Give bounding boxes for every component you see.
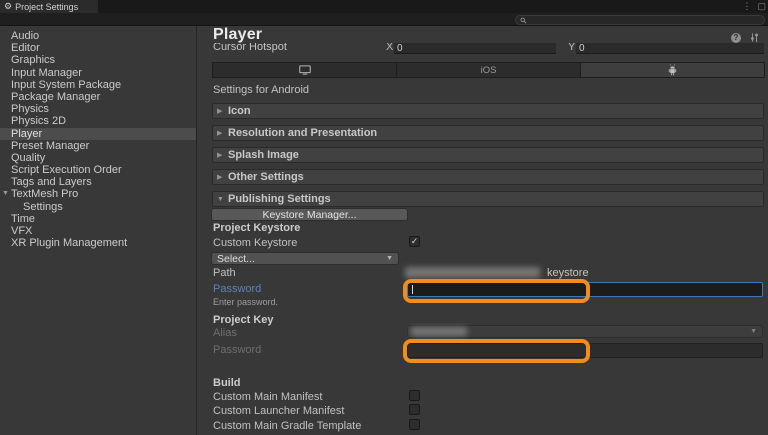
maximize-icon[interactable]: ▢	[757, 1, 766, 12]
key-password-input[interactable]	[407, 343, 763, 358]
custom-main-gradle-template-label: Custom Main Gradle Template	[213, 420, 362, 432]
ios-tab-label: iOS	[480, 64, 497, 76]
enter-password-helper: Enter password.	[213, 297, 279, 307]
more-menu-icon[interactable]: ⋮	[742, 1, 751, 12]
tab-ios[interactable]: iOS	[397, 63, 581, 77]
sidebar-item-xr-plugin-management[interactable]: XR Plugin Management	[0, 237, 196, 249]
section-label: Publishing Settings	[228, 193, 331, 205]
y-axis-label: Y	[568, 43, 576, 53]
gear-icon: ⚙	[4, 1, 13, 11]
monitor-icon	[298, 65, 311, 75]
custom-main-manifest-checkbox[interactable]	[409, 390, 420, 401]
section-label: Splash Image	[228, 149, 299, 161]
foldout-collapsed-icon: ▶	[217, 174, 223, 181]
keystore-password-input[interactable]	[407, 282, 763, 297]
foldout-expanded-icon[interactable]: ▼	[2, 188, 9, 200]
alias-label: Alias	[213, 327, 237, 339]
cursor-hotspot-x-field[interactable]: 0	[394, 43, 556, 54]
foldout-collapsed-icon: ▶	[217, 130, 223, 137]
sidebar-item-physics[interactable]: Physics	[0, 103, 196, 115]
search-input[interactable]	[526, 15, 760, 25]
section-icon[interactable]: ▶ Icon	[212, 103, 764, 119]
window-tab-bar: ⚙ Project Settings ⋮ ▢	[0, 0, 768, 13]
help-icon[interactable]: ?	[731, 32, 741, 43]
sidebar-item-input-system-package[interactable]: Input System Package	[0, 79, 196, 91]
tab-android[interactable]	[581, 63, 764, 77]
sidebar-item-graphics[interactable]: Graphics	[0, 54, 196, 66]
section-publishing-settings[interactable]: ▼ Publishing Settings	[212, 191, 764, 207]
sidebar-item-audio[interactable]: Audio	[0, 30, 196, 42]
sidebar-item-textmesh-pro[interactable]: ▼ TextMesh Pro	[0, 188, 196, 200]
sidebar-item-tags-and-layers[interactable]: Tags and Layers	[0, 176, 196, 188]
page-title: Player	[213, 26, 263, 43]
sidebar-item-textmeshpro-settings[interactable]: Settings	[0, 201, 196, 213]
foldout-expanded-icon: ▼	[217, 195, 224, 203]
search-icon	[520, 17, 527, 24]
cursor-hotspot-y-field[interactable]: 0	[576, 43, 764, 54]
custom-keystore-label: Custom Keystore	[213, 237, 298, 249]
inspector-header: Player ?	[197, 26, 768, 43]
text-caret	[412, 285, 413, 294]
sidebar-item-physics-2d[interactable]: Physics 2D	[0, 115, 196, 127]
sidebar-item-package-manager[interactable]: Package Manager	[0, 91, 196, 103]
foldout-collapsed-icon: ▶	[217, 108, 223, 115]
check-icon: ✓	[410, 236, 419, 246]
sidebar-item-input-manager[interactable]: Input Manager	[0, 67, 196, 79]
custom-keystore-checkbox[interactable]: ✓	[409, 236, 420, 247]
tab-standalone[interactable]	[213, 63, 397, 77]
sidebar-item-script-execution-order[interactable]: Script Execution Order	[0, 164, 196, 176]
cursor-hotspot-row: Cursor Hotspot X 0 Y 0	[197, 43, 768, 54]
custom-launcher-manifest-label: Custom Launcher Manifest	[213, 405, 345, 417]
sidebar-item-editor[interactable]: Editor	[0, 42, 196, 54]
chevron-down-icon: ▼	[750, 328, 757, 335]
custom-main-gradle-template-checkbox[interactable]	[409, 419, 420, 430]
keystore-manager-button[interactable]: Keystore Manager...	[211, 208, 408, 221]
keystore-password-label: Password	[213, 283, 262, 295]
android-icon	[668, 64, 677, 76]
tab-title: Project Settings	[15, 1, 79, 12]
key-password-label: Password	[213, 344, 262, 356]
alias-redacted-value	[411, 327, 467, 336]
unity-project-settings-window: ⚙ Project Settings ⋮ ▢ Audio Editor Grap…	[0, 0, 768, 435]
sidebar-item-vfx[interactable]: VFX	[0, 225, 196, 237]
alias-dropdown[interactable]: ▼	[407, 325, 763, 338]
presets-icon[interactable]	[749, 32, 760, 43]
settings-for-android-label: Settings for Android	[213, 84, 310, 96]
settings-category-list: Audio Editor Graphics Input Manager Inpu…	[0, 26, 197, 435]
section-resolution-and-presentation[interactable]: ▶ Resolution and Presentation	[212, 125, 764, 141]
section-splash-image[interactable]: ▶ Splash Image	[212, 147, 764, 163]
path-label: Path	[213, 267, 236, 279]
path-value: keystore	[547, 267, 589, 279]
player-settings-pane: Cursor Hotspot X 0 Y 0 Player ? iOS Sett…	[197, 26, 768, 435]
project-key-header: Project Key	[213, 314, 274, 326]
dropdown-value: Select...	[217, 252, 255, 265]
section-label: Resolution and Presentation	[228, 127, 378, 139]
custom-main-manifest-label: Custom Main Manifest	[213, 391, 323, 403]
x-axis-label: X	[386, 43, 394, 53]
settings-toolbar	[0, 13, 768, 26]
cursor-hotspot-label: Cursor Hotspot	[213, 43, 287, 53]
section-other-settings[interactable]: ▶ Other Settings	[212, 169, 764, 185]
tab-project-settings[interactable]: ⚙ Project Settings	[0, 0, 98, 13]
chevron-down-icon: ▼	[386, 255, 393, 262]
platform-tab-strip: iOS	[212, 62, 765, 78]
sidebar-item-time[interactable]: Time	[0, 213, 196, 225]
path-redacted-value	[405, 267, 540, 278]
sidebar-item-preset-manager[interactable]: Preset Manager	[0, 140, 196, 152]
sidebar-item-label: TextMesh Pro	[11, 188, 79, 201]
foldout-collapsed-icon: ▶	[217, 152, 223, 159]
search-box[interactable]	[515, 15, 765, 25]
section-label: Other Settings	[228, 171, 304, 183]
project-keystore-header: Project Keystore	[213, 222, 301, 234]
sidebar-item-quality[interactable]: Quality	[0, 152, 196, 164]
custom-launcher-manifest-checkbox[interactable]	[409, 404, 420, 415]
build-header: Build	[213, 377, 241, 389]
sidebar-item-player[interactable]: Player	[0, 127, 196, 140]
keystore-select-dropdown[interactable]: Select... ▼	[211, 252, 399, 265]
section-label: Icon	[228, 105, 251, 117]
